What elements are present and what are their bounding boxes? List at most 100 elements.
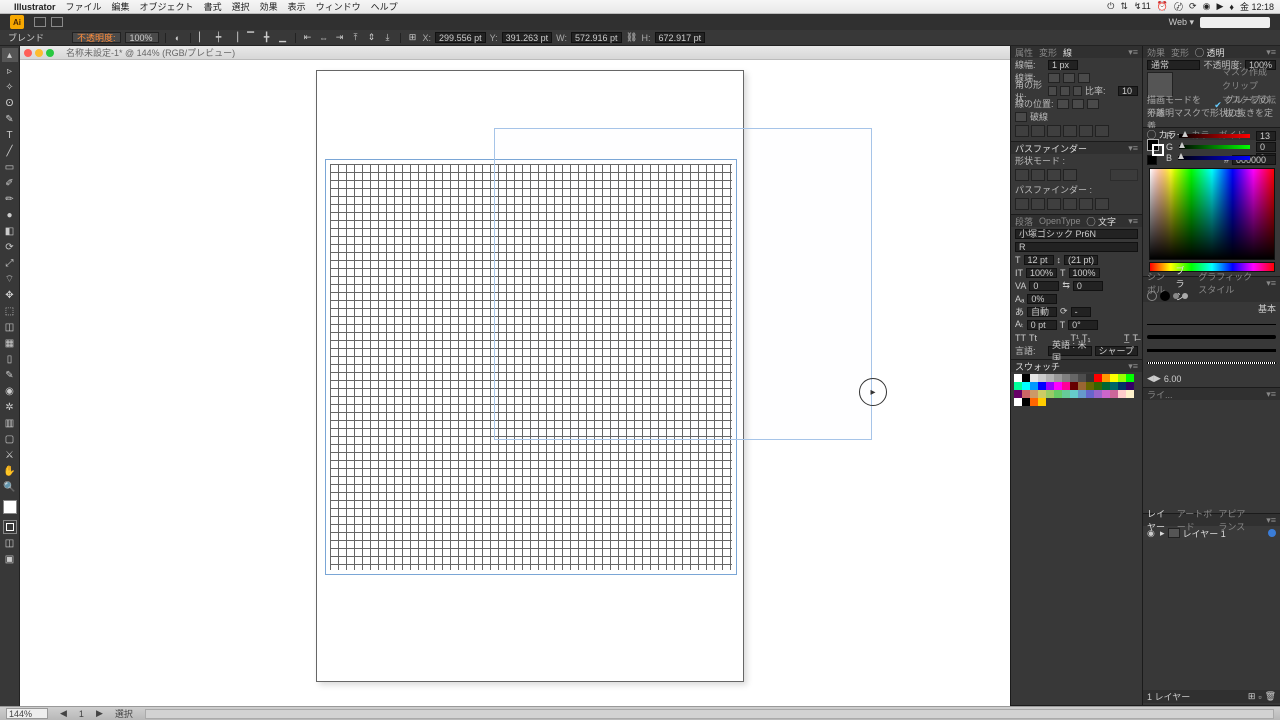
- r-value[interactable]: 13: [1256, 131, 1276, 141]
- dist-v2-icon[interactable]: ⇕: [366, 32, 378, 44]
- direct-selection-tool-icon[interactable]: ▹: [2, 64, 18, 78]
- tab-attr[interactable]: 属性: [1015, 46, 1033, 59]
- paintbrush-tool-icon[interactable]: ✐: [2, 176, 18, 190]
- dist-h1-icon[interactable]: ⇤: [302, 32, 314, 44]
- fill-stroke-icon[interactable]: [1147, 139, 1163, 155]
- b-slider[interactable]: [1178, 156, 1250, 160]
- panel-menu-icon[interactable]: ▾≡: [1128, 361, 1138, 372]
- swatch-cell[interactable]: [1054, 390, 1062, 398]
- skew[interactable]: 0°: [1068, 320, 1098, 330]
- swatch-cell[interactable]: [1046, 382, 1054, 390]
- brush-stroke-4[interactable]: [1147, 358, 1276, 368]
- artboard-tool-icon[interactable]: ▢: [2, 432, 18, 446]
- artboard-nav-prev-icon[interactable]: ◀: [60, 708, 67, 719]
- panel-menu-icon[interactable]: ▾≡: [1128, 47, 1138, 58]
- swatch-cell[interactable]: [1102, 390, 1110, 398]
- tab-graphicstyles[interactable]: グラフィックスタイル: [1198, 270, 1254, 296]
- swatch-cell[interactable]: [1054, 382, 1062, 390]
- y-value[interactable]: 391.263 pt: [502, 32, 553, 43]
- tab-opentype[interactable]: OpenType: [1039, 216, 1081, 226]
- swatch-cell[interactable]: [1038, 398, 1046, 406]
- swatch-cell[interactable]: [1094, 390, 1102, 398]
- tab-swatches[interactable]: スウォッチ: [1015, 360, 1060, 373]
- dash-3[interactable]: [1047, 125, 1061, 137]
- font-family[interactable]: 小塚ゴシック Pr6N: [1015, 229, 1138, 239]
- screen-mode-icon[interactable]: ▣: [2, 552, 18, 566]
- panel-menu-icon[interactable]: ▾≡: [1128, 143, 1138, 154]
- opacity-label[interactable]: 不透明度:: [72, 32, 121, 43]
- g-value[interactable]: 0: [1256, 142, 1276, 152]
- pf-merge-icon[interactable]: [1047, 198, 1061, 210]
- workspace-mode[interactable]: Web ▾: [1169, 17, 1194, 28]
- shift[interactable]: 0 pt: [1027, 320, 1057, 330]
- type-tool-icon[interactable]: T: [2, 128, 18, 142]
- close-icon[interactable]: [24, 49, 32, 57]
- swatch-cell[interactable]: [1078, 374, 1086, 382]
- swatch-cell[interactable]: [1110, 382, 1118, 390]
- swatch-cell[interactable]: [1118, 390, 1126, 398]
- auto-value[interactable]: 自動: [1027, 307, 1057, 317]
- link-wh-icon[interactable]: ⛓: [626, 32, 638, 44]
- dash-1[interactable]: [1015, 125, 1029, 137]
- lang-value[interactable]: 英語 : 米国: [1048, 346, 1092, 356]
- swatch-cell[interactable]: [1014, 382, 1022, 390]
- doc-icon[interactable]: [34, 17, 46, 27]
- align-top-icon[interactable]: ▔: [245, 32, 257, 44]
- swatch-cell[interactable]: [1110, 374, 1118, 382]
- layer-name[interactable]: レイヤー 1: [1183, 527, 1226, 540]
- swatch-cell[interactable]: [1030, 374, 1038, 382]
- pf-trim-icon[interactable]: [1031, 198, 1045, 210]
- mesh-tool-icon[interactable]: ▦: [2, 336, 18, 350]
- scale-tool-icon[interactable]: ⤢: [2, 256, 18, 270]
- underline-icon[interactable]: T̲: [1124, 333, 1130, 343]
- free-transform-tool-icon[interactable]: ✥: [2, 288, 18, 302]
- status-misc1-icon[interactable]: 〄: [1174, 0, 1183, 13]
- swatch-cell[interactable]: [1014, 374, 1022, 382]
- shape-builder-tool-icon[interactable]: ⬚: [2, 304, 18, 318]
- tt2-icon[interactable]: Tt: [1029, 333, 1037, 343]
- menu-view[interactable]: 表示: [288, 0, 306, 13]
- swatch-cell[interactable]: [1070, 374, 1078, 382]
- menu-app[interactable]: Illustrator: [14, 2, 56, 12]
- r-slider[interactable]: [1179, 134, 1251, 138]
- eyedropper-tool-icon[interactable]: ✎: [2, 368, 18, 382]
- menu-object[interactable]: オブジェクト: [140, 0, 194, 13]
- visibility-icon[interactable]: ◉: [1147, 528, 1157, 538]
- target-icon[interactable]: [1268, 529, 1276, 537]
- h-value[interactable]: 672.917 pt: [655, 32, 706, 43]
- dist-h2-icon[interactable]: ⇔: [318, 32, 330, 44]
- cap-round-icon[interactable]: [1063, 73, 1075, 83]
- swatch-cell[interactable]: [1014, 390, 1022, 398]
- panel-menu-icon[interactable]: ▾≡: [1266, 389, 1276, 400]
- leading[interactable]: (21 pt): [1064, 255, 1098, 265]
- color-spectrum[interactable]: [1149, 168, 1275, 260]
- brush-stroke-2[interactable]: [1147, 332, 1276, 342]
- fill-swatch[interactable]: [3, 500, 17, 514]
- menu-select[interactable]: 選択: [232, 0, 250, 13]
- disclosure-icon[interactable]: ▸: [1160, 528, 1165, 539]
- align-left-icon[interactable]: ▏: [197, 32, 209, 44]
- make-mask-button[interactable]: マスク作成: [1222, 65, 1276, 78]
- artboard-nav-num[interactable]: 1: [79, 709, 84, 719]
- scrollbar-h[interactable]: [145, 709, 1274, 719]
- zoom-field[interactable]: 144%: [6, 708, 48, 719]
- swatch-cell[interactable]: [1062, 390, 1070, 398]
- x-value[interactable]: 299.556 pt: [435, 32, 486, 43]
- swatch-cell[interactable]: [1126, 390, 1134, 398]
- align-stroke-outside-icon[interactable]: [1087, 99, 1099, 109]
- rectangle-tool-icon[interactable]: ▭: [2, 160, 18, 174]
- vscale[interactable]: 100%: [1026, 268, 1057, 278]
- menu-type[interactable]: 書式: [204, 0, 222, 13]
- swatch-cell[interactable]: [1022, 374, 1030, 382]
- stroke-swatch[interactable]: [3, 520, 17, 534]
- font-style[interactable]: R: [1015, 242, 1138, 252]
- cap-square-icon[interactable]: [1078, 73, 1090, 83]
- tracking[interactable]: 0: [1073, 281, 1103, 291]
- graph-tool-icon[interactable]: ▥: [2, 416, 18, 430]
- swatch-cell[interactable]: [1062, 382, 1070, 390]
- swatch-cell[interactable]: [1102, 382, 1110, 390]
- swatch-cell[interactable]: [1022, 390, 1030, 398]
- canvas[interactable]: ▸: [20, 60, 1010, 706]
- minimize-icon[interactable]: [35, 49, 43, 57]
- status-sync-icon[interactable]: ⇅: [1120, 1, 1128, 12]
